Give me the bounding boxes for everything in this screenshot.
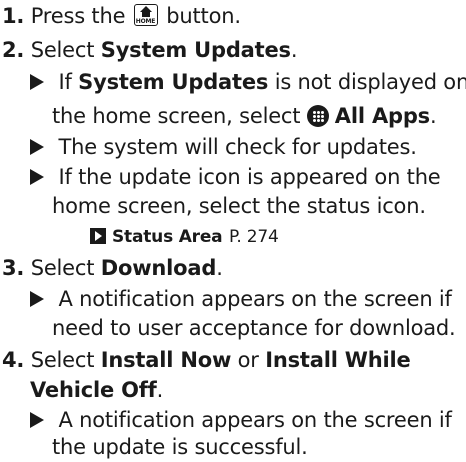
cross-reference-arrow-icon [90, 228, 106, 244]
triangle-bullet-icon [30, 139, 44, 155]
triangle-bullet-icon [30, 74, 44, 90]
note-text: the update is successful. [52, 435, 308, 459]
step-text: . [290, 38, 298, 62]
menu-item-name: All Apps [334, 104, 430, 128]
step-4-note: A notification appears on the screen if [30, 406, 452, 435]
note-text: A notification appears on the screen if [58, 287, 452, 311]
step-2-note-2: The system will check for updates. [30, 133, 417, 162]
step-number: 3. [2, 256, 25, 280]
triangle-bullet-icon [30, 412, 44, 428]
note-text: home screen, select the status icon. [52, 194, 426, 218]
menu-item-name: System Updates [78, 70, 269, 94]
step-1: 1. Press the HOME button. [2, 2, 241, 31]
note-text: If [58, 70, 72, 94]
step-number: 4. [2, 348, 25, 372]
xref-page: P. 274 [228, 227, 279, 247]
step-2-note-3: If the update icon is appeared on the [30, 163, 441, 192]
step-3-note: A notification appears on the screen if [30, 285, 452, 314]
step-text: . [156, 378, 164, 402]
instruction-page: 1. Press the HOME button. 2. Select Syst… [0, 0, 466, 461]
note-text: need to user acceptance for download. [52, 316, 456, 340]
xref-title[interactable]: Status Area [112, 227, 223, 247]
step-text: . [216, 256, 223, 280]
step-4: 4. Select Install Now or Install While [2, 346, 411, 375]
step-number: 2. [2, 38, 25, 62]
step-number: 1. [2, 4, 25, 28]
step-text: button. [166, 4, 241, 28]
step-3: 3. Select Download. [2, 254, 223, 283]
note-text: A notification appears on the screen if [58, 408, 452, 432]
note-text: The system will check for updates. [58, 135, 417, 159]
step-2: 2. Select System Updates. [2, 36, 298, 65]
note-text: . [429, 104, 437, 128]
menu-item-name: Download [100, 256, 217, 280]
step-text: Press the [30, 4, 126, 28]
step-3-note-cont: need to user acceptance for download. [52, 314, 456, 343]
triangle-bullet-icon [30, 291, 44, 307]
note-text: If the update icon is appeared on the [58, 165, 441, 189]
step-text: Select [30, 256, 95, 280]
note-text: is not displayed on [274, 70, 466, 94]
step-4-note-cont: the update is successful. [52, 433, 308, 462]
step-2-note-3-cont: home screen, select the status icon. [52, 192, 426, 221]
menu-item-name: Vehicle Off [30, 378, 157, 402]
home-icon-label: HOME [135, 18, 156, 25]
step-text: Select [30, 348, 95, 372]
step-2-note-1: If System Updates is not displayed on [30, 68, 466, 97]
menu-item-name: Install Now [100, 348, 232, 372]
menu-item-name: System Updates [100, 38, 291, 62]
menu-item-name: Install While [265, 348, 411, 372]
home-button-icon: HOME [133, 4, 158, 26]
triangle-bullet-icon [30, 169, 44, 185]
cross-reference[interactable]: Status Area P. 274 [90, 221, 279, 252]
step-4-cont: Vehicle Off. [30, 376, 163, 405]
step-2-note-1-cont: the home screen, select All Apps. [52, 102, 437, 131]
all-apps-icon [306, 105, 329, 127]
step-text: or [237, 348, 259, 372]
step-text: Select [30, 38, 95, 62]
note-text: the home screen, select [52, 104, 301, 128]
